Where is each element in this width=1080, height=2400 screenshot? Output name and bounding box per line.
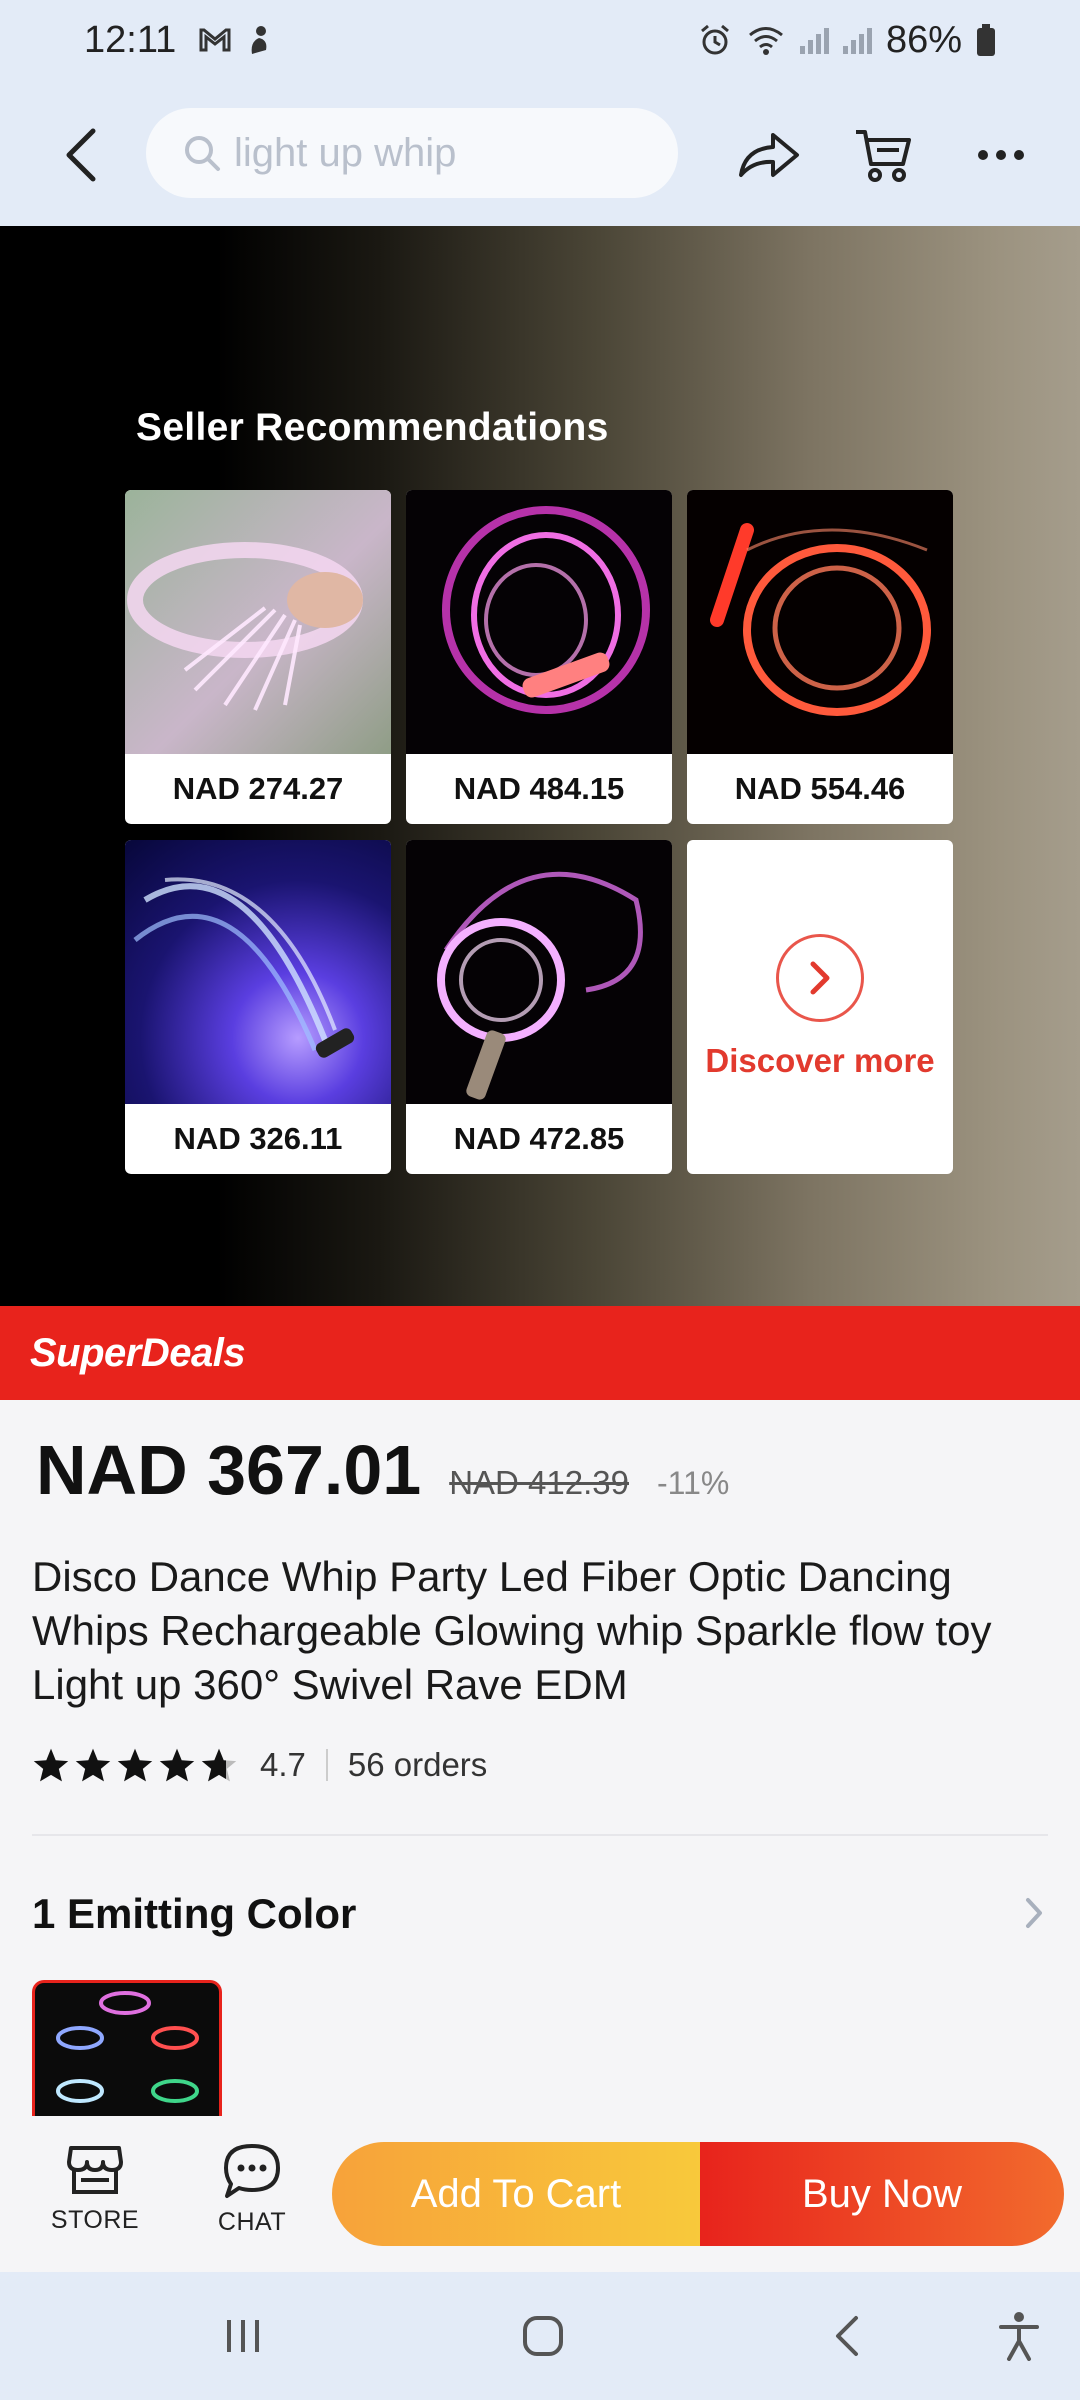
product-info: NAD 367.01 NAD 412.39 -11% Disco Dance W… [0, 1400, 1080, 2116]
chevron-right-icon [810, 961, 830, 995]
recommendation-price: NAD 484.15 [453, 771, 625, 806]
wifi-icon [748, 27, 783, 55]
add-to-cart-button[interactable]: Add To Cart [332, 2142, 700, 2246]
buy-now-button[interactable]: Buy Now [700, 2142, 1064, 2246]
product-thumbnail [687, 490, 953, 754]
status-bar: 12:11 86% [0, 0, 1080, 80]
product-thumbnail [406, 840, 672, 1104]
notification-app-icon [251, 26, 267, 54]
share-button[interactable] [734, 120, 804, 190]
chat-button[interactable]: CHAT [187, 2142, 317, 2252]
recent-apps-button[interactable] [208, 2306, 278, 2366]
star-half-icon [201, 1748, 237, 1782]
home-button[interactable] [508, 2306, 578, 2366]
star-icon [159, 1748, 195, 1782]
product-thumbnail [406, 490, 672, 754]
status-time: 12:11 [84, 18, 177, 61]
discover-more-card[interactable]: Discover more [687, 840, 953, 1174]
color-swatch[interactable] [32, 1980, 222, 2116]
search-placeholder: light up whip [234, 130, 457, 175]
divider [325, 1749, 328, 1781]
back-icon [836, 2316, 858, 2356]
discover-more-arrow [776, 934, 864, 1022]
share-icon [739, 133, 799, 177]
original-price: NAD 412.39 [449, 1464, 629, 1501]
recommendation-card-5[interactable]: NAD 472.85 [406, 840, 672, 1174]
discount-badge: -11% [657, 1465, 730, 1501]
star-icon [33, 1748, 69, 1782]
product-thumbnail [125, 840, 391, 1104]
system-nav-bar [0, 2272, 1080, 2400]
battery-icon [977, 24, 995, 56]
recommendation-card-1[interactable]: NAD 274.27 [125, 490, 391, 824]
price-row: NAD 367.01 NAD 412.39 -11% [36, 1430, 729, 1510]
more-button[interactable] [966, 120, 1036, 190]
battery-percent: 86% [885, 18, 962, 61]
current-price: NAD 367.01 [36, 1431, 422, 1509]
star-icon [75, 1748, 111, 1782]
signal-icon-2 [842, 26, 872, 54]
product-banner: Seller Recommendations NAD 274.27 NAD 48… [0, 226, 1080, 1306]
cart-button[interactable] [848, 120, 918, 190]
back-button[interactable] [50, 120, 110, 190]
superdeals-banner: SuperDeals [0, 1306, 1080, 1400]
recent-apps-icon [227, 2320, 259, 2352]
accessibility-icon [999, 2312, 1039, 2361]
superdeals-label: SuperDeals [30, 1330, 246, 1375]
chat-label: CHAT [217, 2208, 287, 2236]
app-header: light up whip [0, 80, 1080, 226]
accessibility-button[interactable] [984, 2306, 1054, 2366]
recommendation-card-4[interactable]: NAD 326.11 [125, 840, 391, 1174]
signal-icon [799, 26, 829, 54]
recommendations-title: Seller Recommendations [136, 406, 609, 449]
gmail-icon [199, 28, 231, 52]
product-thumbnail [125, 490, 391, 754]
home-icon [523, 2316, 563, 2356]
recommendation-price: NAD 554.46 [734, 771, 906, 806]
discover-more-label: Discover more [705, 1042, 935, 1079]
recommendation-card-3[interactable]: NAD 554.46 [687, 490, 953, 824]
variant-chevron-button[interactable] [1024, 1896, 1044, 1935]
search-input[interactable]: light up whip [146, 108, 678, 198]
recommendation-price: NAD 472.85 [453, 1121, 625, 1156]
rating-stars [32, 1747, 238, 1783]
cart-icon [856, 130, 911, 182]
divider [32, 1834, 1048, 1836]
bottom-action-bar: STORE CHAT Add To Cart Buy Now [0, 2116, 1080, 2272]
store-icon [67, 2146, 123, 2194]
recommendation-card-2[interactable]: NAD 484.15 [406, 490, 672, 824]
recommendation-price: NAD 326.11 [173, 1121, 343, 1156]
back-arrow-icon [66, 128, 96, 182]
search-icon [185, 136, 220, 171]
store-label: STORE [50, 2206, 140, 2234]
chat-icon [224, 2144, 280, 2198]
rating-row[interactable]: 4.7 56 orders [32, 1746, 487, 1784]
variant-section-title[interactable]: 1 Emitting Color [32, 1890, 356, 1938]
chevron-right-icon [1026, 1898, 1042, 1928]
store-button[interactable]: STORE [30, 2142, 160, 2252]
star-icon [117, 1748, 153, 1782]
rating-value: 4.7 [260, 1746, 306, 1783]
recommendation-price: NAD 274.27 [172, 771, 344, 806]
orders-count: 56 orders [347, 1746, 488, 1783]
more-icon [978, 150, 1024, 160]
system-back-button[interactable] [812, 2306, 882, 2366]
alarm-icon [700, 24, 729, 55]
product-title: Disco Dance Whip Party Led Fiber Optic D… [32, 1553, 992, 1708]
